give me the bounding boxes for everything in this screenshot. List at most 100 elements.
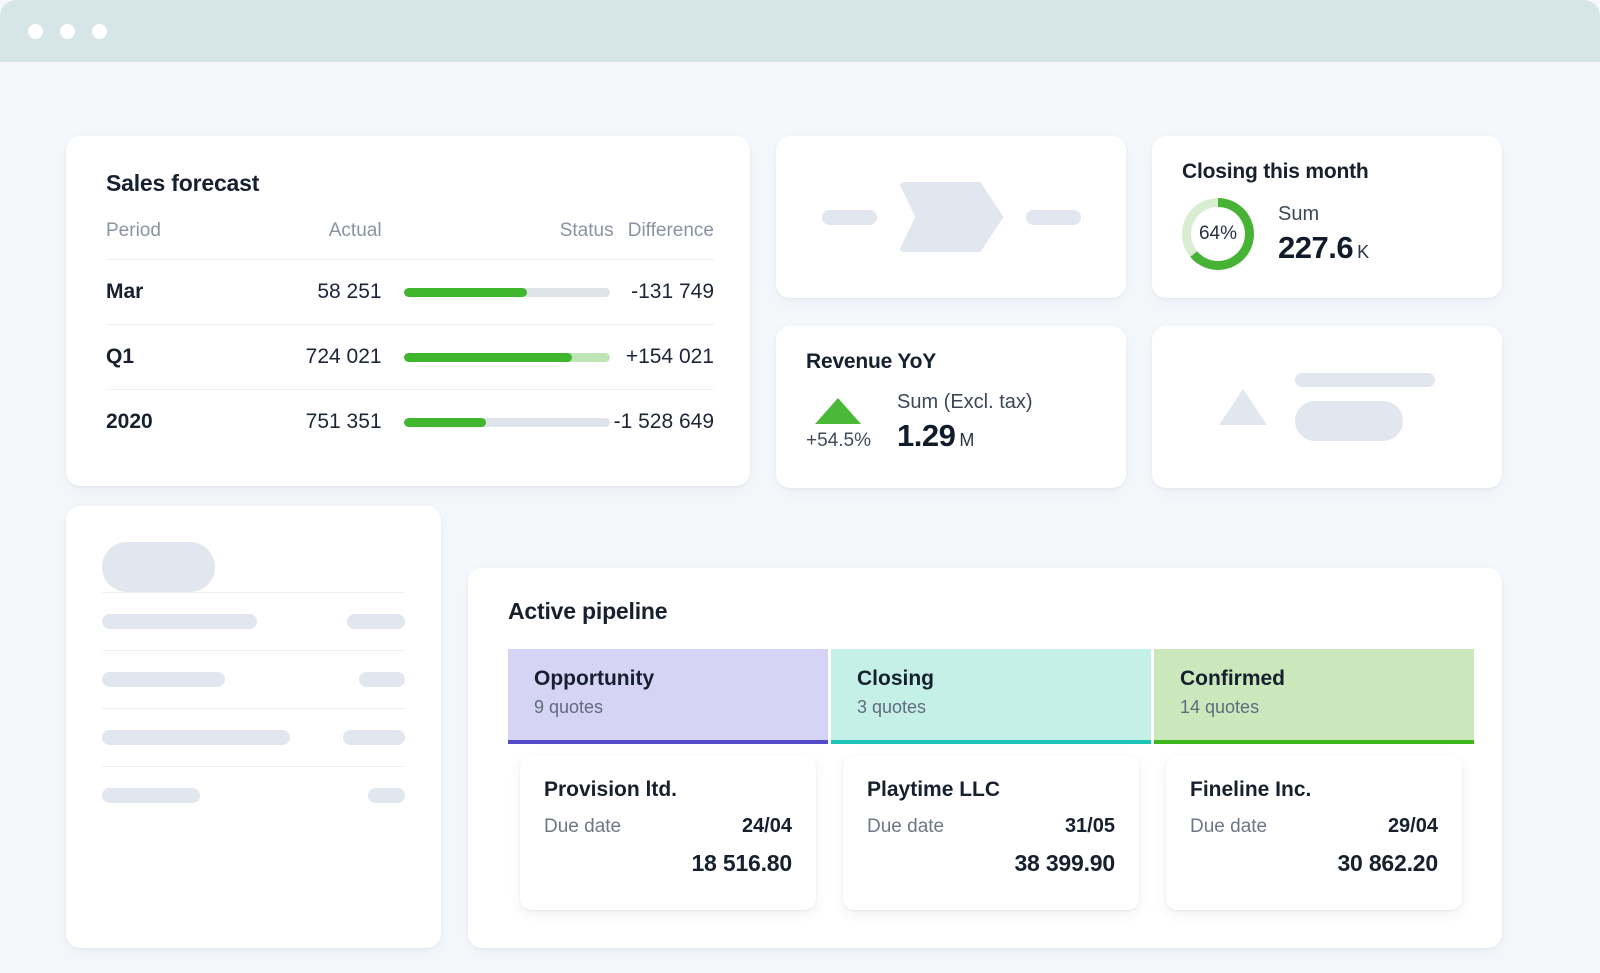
pipeline-stage-header[interactable]: Closing 3 quotes [831,649,1151,740]
app-window: Sales forecast Period Actual Status Diff… [0,0,1600,973]
skeleton-bar [102,614,257,629]
skeleton-pill-large [1295,401,1403,441]
deal-due-date: 24/04 [742,815,792,838]
pipeline-column-closing: Closing 3 quotes Playtime LLC Due date 3… [831,649,1151,910]
deal-company-name: Provision ltd. [544,778,792,802]
triangle-up-icon [1219,389,1267,425]
stage-quote-count: 14 quotes [1180,697,1474,718]
skeleton-stat-card [1152,326,1502,488]
deal-company-name: Playtime LLC [867,778,1115,802]
deal-due-label: Due date [544,816,621,838]
sales-forecast-title: Sales forecast [106,170,714,197]
window-dot-maximize[interactable] [92,24,107,39]
revenue-yoy-title: Revenue YoY [806,350,1126,374]
stage-name: Closing [857,667,1151,691]
skeleton-stat-group [1152,326,1502,488]
revenue-yoy-body: +54.5% Sum (Excl. tax) 1.29M [806,390,1126,454]
deal-due-date: 31/05 [1065,815,1115,838]
progress-bar-fill [404,353,573,362]
skeleton-list-item [102,708,405,766]
deal-card[interactable]: Provision ltd. Due date 24/04 18 516.80 [520,756,816,910]
deal-due-row: Due date 29/04 [1190,815,1438,838]
closing-metric-value: 227.6 [1278,230,1353,265]
deal-amount: 18 516.80 [544,850,792,877]
table-row[interactable]: Mar 58 251 -131 749 [106,260,714,325]
closing-metric-label: Sum [1278,202,1369,226]
deal-due-date: 29/04 [1388,815,1438,838]
revenue-yoy-percent: +54.5% [806,430,871,452]
sales-forecast-card: Sales forecast Period Actual Status Diff… [66,136,750,486]
progress-bar [404,418,610,427]
revenue-yoy-trend: +54.5% [806,398,871,454]
deal-amount: 30 862.20 [1190,850,1438,877]
cell-actual: 751 351 [239,390,381,455]
cell-actual: 724 021 [239,325,381,390]
revenue-yoy-metric-unit: M [959,430,974,450]
skeleton-flow-card [776,136,1126,298]
pipeline-stage-header[interactable]: Opportunity 9 quotes [508,649,828,740]
cell-period: Mar [106,260,239,325]
skeleton-tag [368,788,405,803]
active-pipeline-title: Active pipeline [508,598,1474,625]
deal-card[interactable]: Playtime LLC Due date 31/05 38 399.90 [843,756,1139,910]
window-dot-close[interactable] [28,24,43,39]
progress-bar [404,353,610,362]
active-pipeline-card: Active pipeline Opportunity 9 quotes Pro… [468,568,1502,948]
skeleton-list-item [102,650,405,708]
closing-this-month-title: Closing this month [1182,160,1502,184]
stage-name: Confirmed [1180,667,1474,691]
cell-status [382,260,614,325]
window-titlebar [0,0,1600,62]
sales-forecast-table: Period Actual Status Difference Mar 58 2… [106,220,714,454]
triangle-up-icon [815,398,861,424]
revenue-yoy-metric-value: 1.29 [897,418,955,453]
skeleton-lines [1295,373,1435,441]
skeleton-flow-group [776,182,1126,252]
table-row[interactable]: Q1 724 021 +154 021 [106,325,714,390]
pipeline-stage-body: Provision ltd. Due date 24/04 18 516.80 [508,744,828,910]
progress-bar [404,288,610,297]
skeleton-tag [343,730,405,745]
column-header-status: Status [382,220,614,260]
cell-period: 2020 [106,390,239,455]
table-header-row: Period Actual Status Difference [106,220,714,260]
deal-amount: 38 399.90 [867,850,1115,877]
deal-company-name: Fineline Inc. [1190,778,1438,802]
closing-this-month-body: 64% Sum 227.6K [1182,198,1502,270]
dashboard-canvas: Sales forecast Period Actual Status Diff… [0,62,1600,973]
closing-metric: Sum 227.6K [1278,202,1369,266]
column-header-actual: Actual [239,220,381,260]
stage-name: Opportunity [534,667,828,691]
cell-period: Q1 [106,325,239,390]
cell-status [382,390,614,455]
stage-quote-count: 9 quotes [534,697,828,718]
cell-difference: -131 749 [614,260,714,325]
revenue-yoy-metric-label: Sum (Excl. tax) [897,390,1033,414]
revenue-yoy-metric-value-wrap: 1.29M [897,418,1033,454]
revenue-yoy-card: Revenue YoY +54.5% Sum (Excl. tax) 1.29M [776,326,1126,488]
skeleton-tag [359,672,405,687]
progress-bar-fill [404,418,486,427]
closing-metric-unit: K [1357,242,1369,262]
table-row[interactable]: 2020 751 351 -1 528 649 [106,390,714,455]
skeleton-header-pill [102,542,215,592]
donut-chart: 64% [1182,198,1254,270]
column-header-difference: Difference [614,220,714,260]
cell-difference: -1 528 649 [614,390,714,455]
skeleton-stub-pill-right [1026,210,1081,225]
closing-this-month-card: Closing this month 64% Sum 227.6K [1152,136,1502,298]
deal-card[interactable]: Fineline Inc. Due date 29/04 30 862.20 [1166,756,1462,910]
deal-due-row: Due date 24/04 [544,815,792,838]
pipeline-column-confirmed: Confirmed 14 quotes Fineline Inc. Due da… [1154,649,1474,910]
deal-due-label: Due date [867,816,944,838]
column-header-period: Period [106,220,239,260]
progress-bar-fill [404,288,528,297]
window-dot-minimize[interactable] [60,24,75,39]
skeleton-stub-pill-left [822,210,877,225]
stage-quote-count: 3 quotes [857,697,1151,718]
pipeline-stage-header[interactable]: Confirmed 14 quotes [1154,649,1474,740]
skeleton-list-item [102,766,405,824]
skeleton-bar [102,730,290,745]
cell-difference: +154 021 [614,325,714,390]
closing-metric-value-wrap: 227.6K [1278,230,1369,266]
